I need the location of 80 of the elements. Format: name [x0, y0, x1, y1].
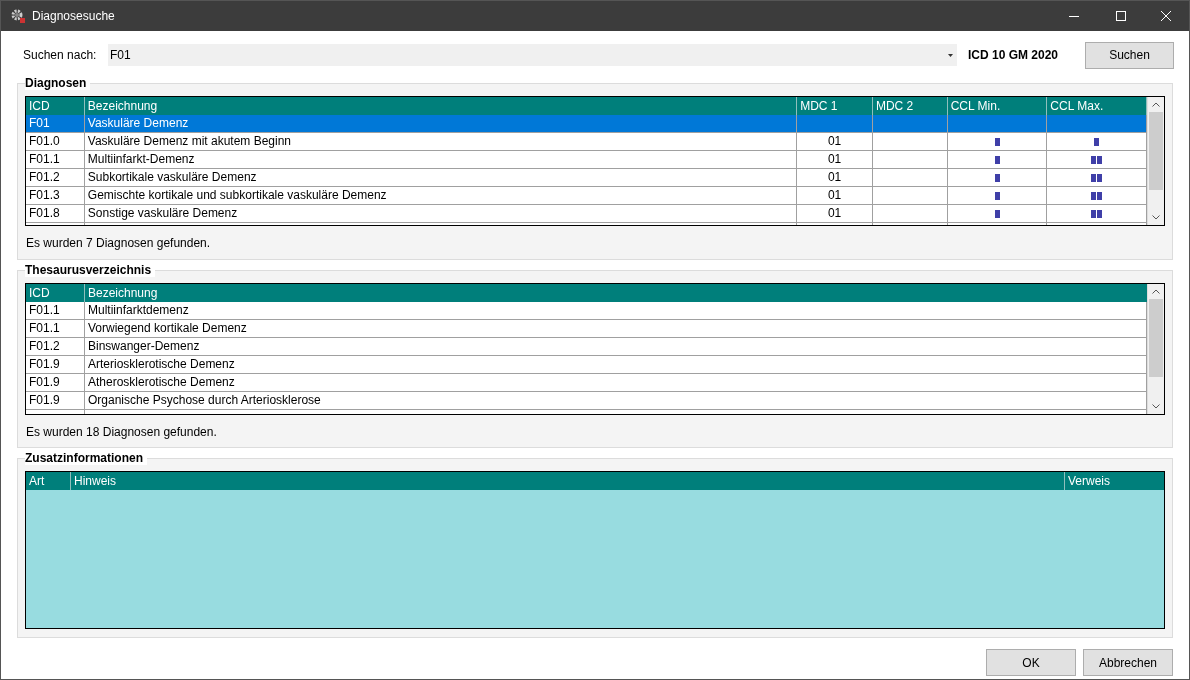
table-cell: 01: [797, 187, 873, 205]
table-cell: Organische Psychose durch Arteriosklerose: [85, 392, 1147, 410]
table-cell: 01: [797, 169, 873, 187]
scrollbar-thumb[interactable]: [1149, 112, 1163, 190]
double-bar-icon: [1091, 191, 1103, 200]
catalog-label: ICD 10 GM 2020: [968, 47, 1060, 64]
search-field[interactable]: F01: [108, 44, 957, 66]
column-header[interactable]: ICD: [26, 284, 85, 302]
search-label: Suchen nach:: [23, 47, 98, 64]
single-bar-icon: [994, 191, 1000, 200]
table-row[interactable]: F01.9 Organische Psychose durch Arteriosklerose: [26, 392, 1147, 410]
double-bar-icon: [1091, 173, 1103, 182]
group-title: Zusatzinformationen: [25, 451, 147, 465]
table-cell: F01.1: [26, 320, 85, 338]
scrollbar[interactable]: [1147, 284, 1164, 414]
single-bar-icon: [994, 173, 1000, 182]
table-cell: 01: [797, 133, 873, 151]
table-cell: F01: [26, 115, 85, 133]
table-cell: Arteriosklerotische Demenz: [85, 356, 1147, 374]
table-cell: F01.1: [26, 151, 85, 169]
table-cell: 01: [797, 151, 873, 169]
table-row[interactable]: F01.3 Gemischte kortikale und subkortikale vaskuläre Demenz 01: [26, 187, 1147, 205]
table-row[interactable]: F01.9 Atherosklerotische Demenz: [26, 374, 1147, 392]
table-cell: F01.9: [26, 356, 85, 374]
table-cell: Vaskuläre Demenz: [84, 115, 798, 133]
dropdown-caret-icon[interactable]: [948, 53, 953, 57]
window-title: Diagnosesuche: [32, 8, 115, 25]
single-bar-icon: [1094, 137, 1100, 146]
table-row[interactable]: F01.1 Multiinfarkt-Demenz 01: [26, 151, 1147, 169]
table-cell: F01.1: [26, 302, 85, 320]
table-row[interactable]: F01.9 Arteriosklerotische Demenz: [26, 356, 1147, 374]
table-row[interactable]: F01.8 Sonstige vaskuläre Demenz 01: [26, 205, 1147, 223]
table-cell: Atherosklerotische Demenz: [85, 374, 1147, 392]
table-row[interactable]: F01.1 Multiinfarktdemenz: [26, 302, 1147, 320]
group-title: Diagnosen: [25, 76, 91, 90]
gear-icon: [10, 8, 26, 24]
column-header[interactable]: Verweis: [1065, 472, 1164, 490]
group-title: Thesaurusverzeichnis: [25, 263, 156, 277]
column-header[interactable]: Art: [26, 472, 71, 490]
dialog-button[interactable]: OK: [986, 649, 1076, 676]
maximize-icon[interactable]: [1116, 11, 1126, 21]
single-bar-icon: [994, 137, 1000, 146]
table-cell: F01.3: [26, 187, 85, 205]
scrollbar[interactable]: [1147, 97, 1164, 225]
table-cell: 01: [797, 205, 873, 223]
table-cell: Sonstige vaskuläre Demenz: [84, 205, 798, 223]
search-button[interactable]: Suchen: [1085, 41, 1174, 69]
table-row[interactable]: F01.2 Subkortikale vaskuläre Demenz 01: [26, 169, 1147, 187]
close-icon[interactable]: [1161, 11, 1171, 21]
result-count: Es wurden 18 Diagnosen gefunden.: [26, 424, 218, 441]
column-header[interactable]: Bezeichnung: [85, 284, 1147, 302]
table-cell: F01.9: [26, 374, 85, 392]
table-cell: F01.2: [26, 169, 85, 187]
table-row[interactable]: F01.2 Binswanger-Demenz: [26, 338, 1147, 356]
table-cell: F01.8: [26, 205, 85, 223]
table-cell: F01.0: [26, 133, 85, 151]
table-cell: Vorwiegend kortikale Demenz: [85, 320, 1147, 338]
table-row[interactable]: F01.1 Vorwiegend kortikale Demenz: [26, 320, 1147, 338]
scroll-up-icon[interactable]: [1152, 102, 1160, 107]
scroll-down-icon[interactable]: [1152, 215, 1160, 220]
double-bar-icon: [1091, 209, 1103, 218]
single-bar-icon: [994, 155, 1000, 164]
table-cell: F01.9: [26, 392, 85, 410]
table-cell: Vaskuläre Demenz mit akutem Beginn: [84, 133, 798, 151]
table-cell: Gemischte kortikale und subkortikale vaskuläre Demenz: [84, 187, 798, 205]
table-cell: F01.2: [26, 338, 85, 356]
table-cell: Multiinfarktdemenz: [85, 302, 1147, 320]
single-bar-icon: [994, 209, 1000, 218]
scroll-up-icon[interactable]: [1152, 289, 1160, 294]
table-row[interactable]: F01.0 Vaskuläre Demenz mit akutem Beginn 01: [26, 133, 1147, 151]
double-bar-icon: [1091, 155, 1103, 164]
scrollbar-thumb[interactable]: [1149, 299, 1163, 377]
dialog-button[interactable]: Abbrechen: [1083, 649, 1173, 676]
table-cell: Multiinfarkt-Demenz: [84, 151, 798, 169]
scroll-down-icon[interactable]: [1152, 404, 1160, 409]
table-cell: Subkortikale vaskuläre Demenz: [84, 169, 798, 187]
table-row[interactable]: F01 Vaskuläre Demenz: [26, 115, 1147, 133]
result-count: Es wurden 7 Diagnosen gefunden.: [26, 235, 212, 252]
column-header[interactable]: Hinweis: [71, 472, 1065, 490]
table-cell: Binswanger-Demenz: [85, 338, 1147, 356]
